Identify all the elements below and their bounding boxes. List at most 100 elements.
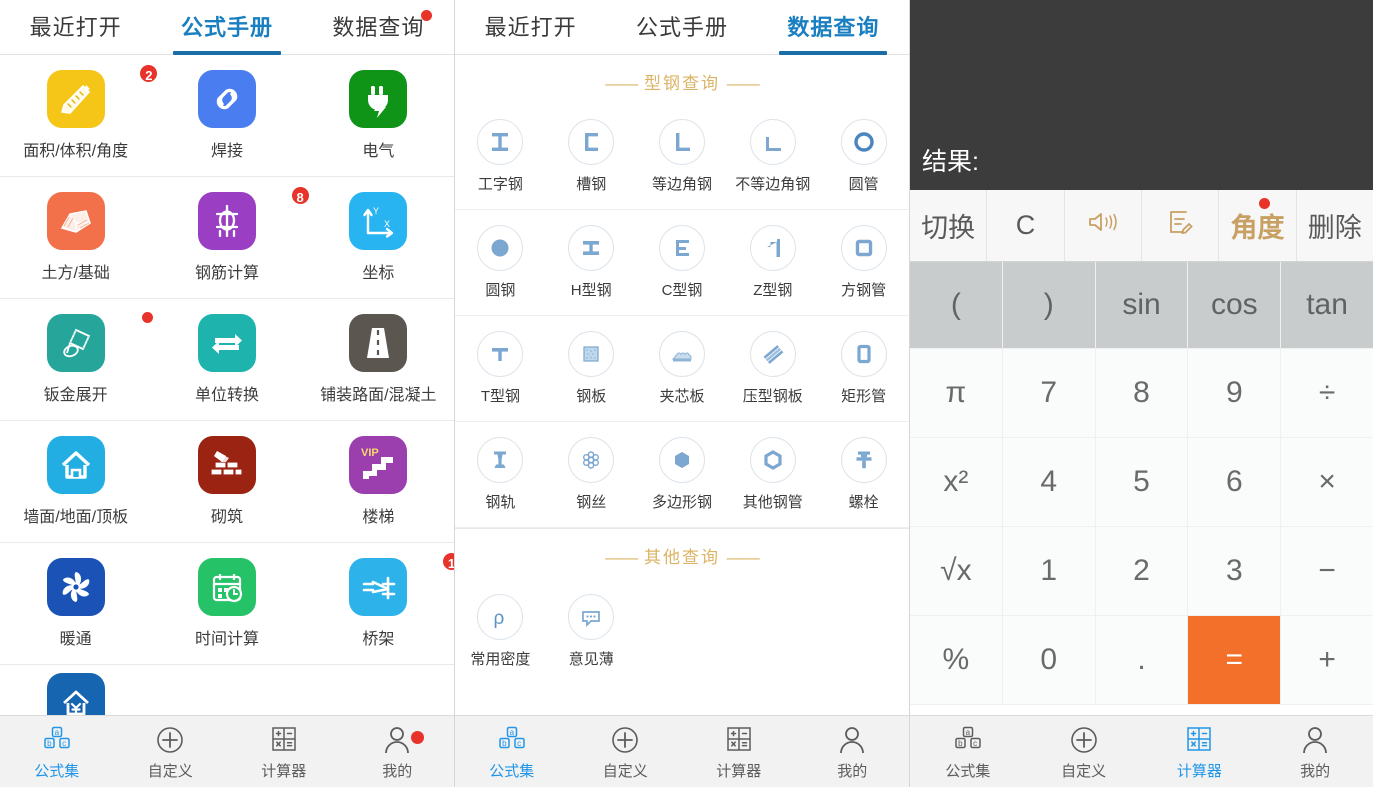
key-multiply[interactable]: ×	[1281, 438, 1373, 527]
key-minus[interactable]: −	[1281, 527, 1373, 616]
nav-formula-set-a[interactable]: ab c 公式集	[0, 723, 114, 781]
key-4[interactable]: 4	[1002, 438, 1096, 527]
app-coordinates[interactable]: YX 坐标	[303, 192, 454, 283]
nav-formula-set-b[interactable]: ab c 公式集	[455, 723, 569, 781]
query-common-density[interactable]: ρ 常用密度	[455, 593, 546, 669]
nav-mine-a[interactable]: 我的	[341, 723, 455, 781]
key-cos[interactable]: cos	[1188, 262, 1282, 349]
key-7[interactable]: 7	[1002, 349, 1096, 438]
nav-custom-c[interactable]: 自定义	[1026, 723, 1142, 781]
key-equals[interactable]: =	[1188, 616, 1282, 705]
key-9[interactable]: 9	[1188, 349, 1282, 438]
nav-mine-b[interactable]: 我的	[796, 723, 910, 781]
app-hvac[interactable]: 暖通	[0, 558, 151, 649]
key-sin[interactable]: sin	[1095, 262, 1189, 349]
tab-data-query-b[interactable]: 数据查询	[758, 0, 909, 55]
query-round-pipe[interactable]: 圆管	[818, 119, 909, 194]
app-welding[interactable]: 焊接	[151, 70, 302, 161]
nav-formula-set-c[interactable]: ab c 公式集	[910, 723, 1026, 781]
app-rebar-calc[interactable]: 8 钢筋计算	[151, 185, 311, 283]
key-3[interactable]: 3	[1188, 527, 1282, 616]
key-sqrt[interactable]: √x	[910, 527, 1003, 616]
tab-recent-a[interactable]: 最近打开	[0, 0, 151, 55]
query-h-beam[interactable]: H型钢	[546, 225, 637, 300]
key-square[interactable]: x²	[910, 438, 1003, 527]
app-earthwork-foundation[interactable]: 土方/基础	[0, 192, 151, 283]
other-pipe-icon	[749, 437, 796, 483]
query-corrugated-plate[interactable]: 压型钢板	[727, 331, 818, 406]
query-rail[interactable]: 钢轨	[455, 437, 546, 512]
other-row: ρ 常用密度 意见薄	[455, 578, 909, 684]
app-wall-floor-ceiling[interactable]: 墙面/地面/顶板	[0, 436, 151, 527]
query-label: 钢轨	[485, 494, 516, 511]
nav-label: 自定义	[602, 762, 648, 780]
app-paving-concrete[interactable]: 铺装路面/混凝土	[303, 314, 454, 405]
tab-data-query-a[interactable]: 数据查询	[303, 0, 454, 55]
nav-custom-b[interactable]: 自定义	[569, 723, 683, 781]
key-tan[interactable]: tan	[1281, 262, 1373, 349]
query-bolt[interactable]: 螺栓	[818, 437, 909, 512]
query-i-beam[interactable]: 工字钢	[455, 119, 546, 194]
nav-calculator-a[interactable]: 计算器	[227, 723, 341, 781]
key-switch[interactable]: 切换	[910, 190, 988, 261]
query-z-section[interactable]: Z型钢	[727, 225, 818, 300]
query-sandwich-panel[interactable]: 夹芯板	[637, 331, 728, 406]
dash-left: ——	[605, 548, 638, 567]
app-time-calc[interactable]: 时间计算	[151, 558, 302, 649]
tab-label: 数据查询	[332, 14, 425, 40]
query-other-pipe[interactable]: 其他钢管	[727, 437, 818, 512]
key-2[interactable]: 2	[1095, 527, 1189, 616]
app-area-volume-angle[interactable]: 2 面积/体积/角度	[0, 63, 160, 161]
query-steel-wire[interactable]: 钢丝	[546, 437, 637, 512]
query-feedback[interactable]: 意见薄	[546, 593, 637, 669]
query-round-bar[interactable]: 圆钢	[455, 225, 546, 300]
key-open-paren[interactable]: (	[910, 262, 1003, 349]
key-5[interactable]: 5	[1095, 438, 1189, 527]
sandwich-panel-icon	[658, 331, 705, 377]
query-polygon-steel[interactable]: 多边形钢	[637, 437, 728, 512]
key-decimal[interactable]: .	[1095, 616, 1189, 705]
app-stairs[interactable]: VIP 楼梯	[303, 436, 454, 527]
rho-density-icon: ρ	[477, 593, 524, 640]
key-delete[interactable]: 删除	[1297, 190, 1373, 261]
nav-custom-a[interactable]: 自定义	[114, 723, 228, 781]
key-0[interactable]: 0	[1002, 616, 1096, 705]
calculator-grid-icon	[1184, 723, 1214, 757]
query-unequal-angle[interactable]: 不等边角钢	[727, 119, 818, 194]
app-unit-conversion[interactable]: 单位转换	[151, 314, 302, 405]
key-sound[interactable]	[1065, 190, 1142, 261]
app-cable-tray[interactable]: 1 桥架	[303, 551, 454, 649]
nav-calculator-b[interactable]: 计算器	[682, 723, 796, 781]
query-square-tube[interactable]: 方钢管	[818, 225, 909, 300]
cable-tray-icon	[349, 558, 408, 616]
key-8[interactable]: 8	[1095, 349, 1189, 438]
app-sheet-metal-unfold[interactable]: 钣金展开	[0, 310, 156, 405]
query-c-section[interactable]: C型钢	[637, 225, 728, 300]
key-close-paren[interactable]: )	[1002, 262, 1096, 349]
query-channel-steel[interactable]: 槽钢	[546, 119, 637, 194]
key-divide[interactable]: ÷	[1281, 349, 1373, 438]
key-note[interactable]	[1142, 190, 1220, 261]
tab-recent-b[interactable]: 最近打开	[455, 0, 606, 55]
key-plus[interactable]: +	[1281, 616, 1373, 705]
nav-mine-c[interactable]: 我的	[1257, 723, 1373, 781]
key-6[interactable]: 6	[1188, 438, 1282, 527]
query-rect-tube[interactable]: 矩形管	[818, 331, 909, 406]
query-steel-plate[interactable]: 钢板	[546, 331, 637, 406]
tab-formula-manual-b[interactable]: 公式手册	[606, 0, 757, 55]
panel-b-bottom-nav: ab c 公式集 自定义 计算器 我的	[455, 715, 909, 787]
key-label: 1	[1040, 554, 1058, 587]
query-t-section[interactable]: T型钢	[455, 331, 546, 406]
app-electrical[interactable]: 电气	[303, 70, 454, 161]
query-equal-angle[interactable]: 等边角钢	[637, 119, 728, 194]
key-angle[interactable]: 角度	[1219, 190, 1297, 261]
nav-label: 公式集	[34, 762, 80, 780]
app-masonry[interactable]: 砌筑	[151, 436, 302, 527]
key-percent[interactable]: %	[910, 616, 1003, 705]
channel-steel-icon	[568, 119, 615, 165]
nav-calculator-c[interactable]: 计算器	[1142, 723, 1258, 781]
key-pi[interactable]: π	[910, 349, 1003, 438]
key-clear[interactable]: C	[987, 190, 1065, 261]
key-1[interactable]: 1	[1002, 527, 1096, 616]
tab-formula-manual-a[interactable]: 公式手册	[151, 0, 302, 55]
